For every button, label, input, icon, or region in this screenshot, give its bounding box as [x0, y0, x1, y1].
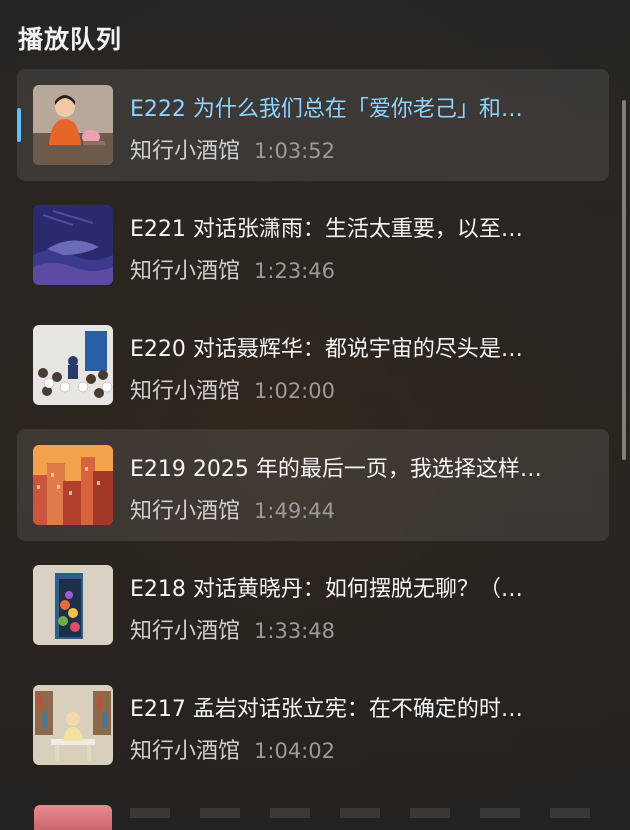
- podcast-name: 知行小酒馆: [130, 619, 241, 644]
- episode-thumbnail: [33, 205, 113, 285]
- next-episode-title-partial: [130, 808, 600, 818]
- episode-title: E221 对话张潇雨：生活太重要，以至…: [130, 217, 523, 242]
- episode-meta: 知行小酒馆 1:02:00: [130, 373, 335, 405]
- queue-list: E222 为什么我们总在「爱你老己」和… 知行小酒馆 1:03:52 E221 对…: [17, 69, 609, 789]
- queue-title: 播放队列: [18, 25, 123, 54]
- episode-thumbnail: [33, 685, 113, 765]
- podcast-name: 知行小酒馆: [130, 259, 241, 284]
- now-playing-indicator: [17, 108, 21, 142]
- queue-item[interactable]: E218 对话黄晓丹：如何摆脱无聊？（… 知行小酒馆 1:33:48: [17, 549, 609, 661]
- episode-meta: 知行小酒馆 1:23:46: [130, 253, 335, 285]
- episode-thumbnail: [33, 325, 113, 405]
- episode-meta: 知行小酒馆 1:04:02: [130, 733, 335, 765]
- podcast-name: 知行小酒馆: [130, 499, 241, 524]
- queue-item[interactable]: E220 对话聂辉华：都说宇宙的尽头是… 知行小酒馆 1:02:00: [17, 309, 609, 421]
- episode-thumbnail: [33, 85, 113, 165]
- queue-item[interactable]: E217 孟岩对话张立宪：在不确定的时… 知行小酒馆 1:04:02: [17, 669, 609, 781]
- next-episode-thumbnail-partial[interactable]: [34, 805, 112, 830]
- play-queue-panel: 播放队列 E222 为什么我们总在「爱你老己」和… 知行小酒馆 1:03:52: [0, 0, 630, 830]
- episode-title: E220 对话聂辉华：都说宇宙的尽头是…: [130, 337, 523, 362]
- queue-item[interactable]: E222 为什么我们总在「爱你老己」和… 知行小酒馆 1:03:52: [17, 69, 609, 181]
- episode-meta: 知行小酒馆 1:49:44: [130, 493, 335, 525]
- episode-thumbnail: [33, 565, 113, 645]
- scrollbar-thumb[interactable]: [622, 100, 626, 460]
- episode-duration: 1:33:48: [254, 619, 335, 643]
- episode-title: E218 对话黄晓丹：如何摆脱无聊？（…: [130, 577, 523, 602]
- podcast-name: 知行小酒馆: [130, 739, 241, 764]
- episode-duration: 1:04:02: [254, 739, 335, 763]
- episode-title: E217 孟岩对话张立宪：在不确定的时…: [130, 697, 523, 722]
- queue-item[interactable]: E219 2025 年的最后一页，我选择这样… 知行小酒馆 1:49:44: [17, 429, 609, 541]
- podcast-name: 知行小酒馆: [130, 379, 241, 404]
- podcast-name: 知行小酒馆: [130, 139, 241, 164]
- episode-duration: 1:03:52: [254, 139, 335, 163]
- episode-duration: 1:02:00: [254, 379, 335, 403]
- episode-thumbnail: [33, 445, 113, 525]
- queue-item[interactable]: E221 对话张潇雨：生活太重要，以至… 知行小酒馆 1:23:46: [17, 189, 609, 301]
- episode-meta: 知行小酒馆 1:33:48: [130, 613, 335, 645]
- episode-duration: 1:49:44: [254, 499, 335, 523]
- episode-meta: 知行小酒馆 1:03:52: [130, 133, 335, 165]
- episode-duration: 1:23:46: [254, 259, 335, 283]
- episode-title: E219 2025 年的最后一页，我选择这样…: [130, 457, 542, 482]
- episode-title: E222 为什么我们总在「爱你老己」和…: [130, 97, 523, 122]
